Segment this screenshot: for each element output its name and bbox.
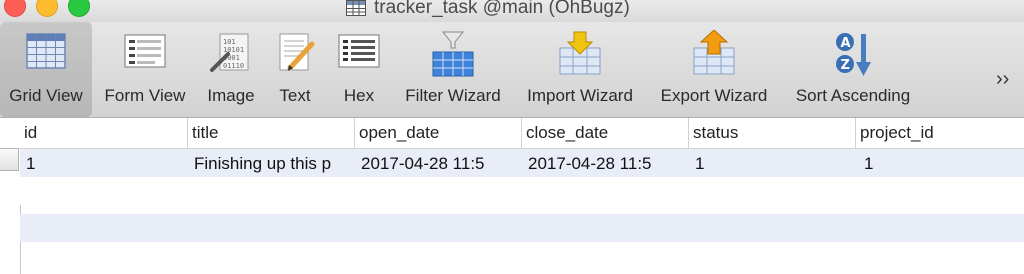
- sort-ascending-icon: A Z: [836, 33, 871, 76]
- grid-view-label: Grid View: [9, 86, 83, 105]
- export-wizard-label: Export Wizard: [660, 86, 768, 105]
- column-header-open-date[interactable]: open_date: [355, 118, 522, 148]
- sort-ascending-label: Sort Ascending: [795, 86, 911, 105]
- filter-wizard-button[interactable]: Filter Wizard: [398, 22, 508, 117]
- import-wizard-icon: [559, 31, 601, 75]
- cell-open-date[interactable]: 2017-04-28 11:5: [355, 149, 522, 177]
- title-bar: tracker_task @main (OhBugz): [0, 0, 1024, 22]
- column-header-id[interactable]: id: [20, 118, 188, 148]
- grid-view-icon: [26, 33, 66, 69]
- window-title: tracker_task @main (OhBugz): [374, 0, 630, 18]
- import-wizard-label: Import Wizard: [527, 86, 633, 105]
- text-icon: [279, 33, 315, 71]
- column-header-status[interactable]: status: [689, 118, 856, 148]
- empty-row: [20, 214, 1024, 242]
- filter-wizard-label: Filter Wizard: [405, 86, 501, 105]
- cell-title[interactable]: Finishing up this p: [188, 149, 355, 177]
- cell-project-id[interactable]: 1: [856, 149, 1024, 177]
- minimize-window-button[interactable]: [36, 0, 58, 17]
- toolbar: Grid View Form View 101 10101 0001 01110…: [0, 22, 1024, 118]
- hex-label: Hex: [343, 86, 375, 105]
- empty-row: [20, 177, 1024, 205]
- sort-ascending-button[interactable]: A Z Sort Ascending: [788, 22, 918, 117]
- window-title-group: tracker_task @main (OhBugz): [346, 0, 630, 20]
- data-grid: id title open_date close_date status pro…: [0, 118, 1024, 274]
- grid-view-button[interactable]: Grid View: [0, 22, 92, 117]
- import-wizard-button[interactable]: Import Wizard: [520, 22, 640, 117]
- form-view-button[interactable]: Form View: [100, 22, 190, 117]
- column-header-project-id[interactable]: project_id: [856, 118, 1024, 148]
- image-icon: 101 10101 0001 01110: [210, 33, 249, 72]
- hex-icon: [338, 34, 380, 68]
- row-header-column: [0, 118, 21, 274]
- filter-wizard-icon: [432, 31, 474, 77]
- column-header-row: id title open_date close_date status pro…: [20, 118, 1024, 149]
- form-view-label: Form View: [104, 86, 186, 105]
- form-view-icon: [124, 34, 166, 68]
- cell-status[interactable]: 1: [689, 149, 856, 177]
- column-header-title[interactable]: title: [188, 118, 355, 148]
- svg-text:Z: Z: [841, 58, 850, 73]
- row-selector-1[interactable]: [0, 148, 19, 171]
- cell-id[interactable]: 1: [20, 149, 188, 177]
- svg-text:10101: 10101: [223, 46, 244, 54]
- image-button[interactable]: 101 10101 0001 01110 Image: [200, 22, 262, 117]
- close-window-button[interactable]: [4, 0, 26, 17]
- svg-text:101: 101: [223, 38, 236, 46]
- export-wizard-icon: [693, 30, 735, 75]
- svg-text:A: A: [841, 36, 851, 51]
- column-header-close-date[interactable]: close_date: [522, 118, 689, 148]
- table-row[interactable]: 1 Finishing up this p 2017-04-28 11:5 20…: [20, 149, 1024, 177]
- export-wizard-button[interactable]: Export Wizard: [654, 22, 774, 117]
- svg-text:01110: 01110: [223, 62, 244, 70]
- table-icon: [346, 0, 366, 16]
- image-label: Image: [207, 86, 255, 105]
- text-label: Text: [279, 86, 311, 105]
- toolbar-overflow-button[interactable]: ››: [996, 68, 1009, 91]
- cell-close-date[interactable]: 2017-04-28 11:5: [522, 149, 689, 177]
- hex-button[interactable]: Hex: [330, 22, 388, 117]
- maximize-window-button[interactable]: [68, 0, 90, 17]
- text-button[interactable]: Text: [266, 22, 324, 117]
